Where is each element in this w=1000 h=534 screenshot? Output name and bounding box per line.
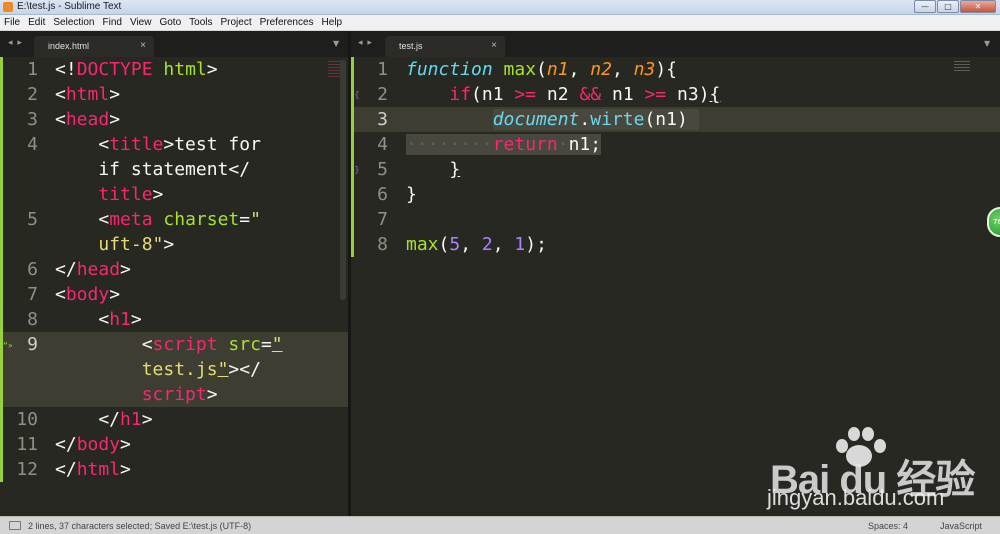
code-line: if(n1 >= n2 && n1 >= n3){	[449, 84, 721, 105]
title-bar: E:\test.js - Sublime Text — □ ✕	[0, 0, 1000, 15]
menu-project[interactable]: Project	[217, 17, 256, 28]
fold-open-icon[interactable]: ⦃	[354, 82, 360, 107]
menu-find[interactable]: Find	[99, 17, 126, 28]
minimap[interactable]	[954, 61, 970, 71]
menu-edit[interactable]: Edit	[24, 17, 49, 28]
code-line: }	[449, 159, 461, 180]
tab-dropdown-icon[interactable]: ▼	[333, 39, 339, 48]
code-line: </h1>	[55, 409, 153, 430]
code-line: <meta charset="	[55, 209, 261, 230]
code-line: document.wirte(n1)	[492, 109, 699, 130]
indentation-setting[interactable]: Spaces: 4	[868, 521, 908, 531]
tab-label: index.html	[48, 41, 90, 51]
menu-bar: File Edit Selection Find View Goto Tools…	[0, 15, 1000, 31]
minimize-button[interactable]: —	[914, 0, 936, 13]
line-number: 10	[16, 409, 38, 430]
code-line: script>	[141, 384, 218, 405]
line-number: 8	[27, 309, 38, 330]
tab-nav-arrows-icon[interactable]: ◂ ▸	[8, 38, 23, 48]
code-line: <body>	[55, 284, 121, 305]
line-number: 4	[27, 134, 38, 155]
watermark-url: jingyan.baidu.com	[767, 485, 945, 510]
code-line: </head>	[55, 259, 131, 280]
window-title: E:\test.js - Sublime Text	[17, 1, 122, 12]
menu-view[interactable]: View	[126, 17, 156, 28]
code-line: uft-8">	[98, 234, 175, 255]
tab-nav-arrows-icon[interactable]: ◂ ▸	[358, 38, 373, 48]
line-number: 7	[377, 209, 388, 230]
line-number: 12	[16, 459, 38, 480]
sublime-text-icon	[3, 2, 13, 12]
vertical-scrollbar[interactable]	[340, 60, 346, 300]
maximize-button[interactable]: □	[937, 0, 959, 13]
code-line: <title>test for	[55, 134, 261, 155]
status-message: 2 lines, 37 characters selected; Saved E…	[28, 521, 252, 531]
window-controls: — □ ✕	[914, 0, 996, 14]
line-number: 5	[377, 159, 388, 180]
code-view-index-html[interactable]: 1 <!DOCTYPE html> 2 <html> 3 <head> 4 <titl…	[0, 57, 348, 516]
menu-preferences[interactable]: Preferences	[256, 17, 318, 28]
tab-index-html[interactable]: index.html ×	[34, 36, 154, 57]
menu-help[interactable]: Help	[318, 17, 347, 28]
tab-label: test.js	[399, 41, 423, 51]
left-editor-pane[interactable]: 1 <!DOCTYPE html> 2 <html> 3 <head> 4 <titl…	[0, 57, 348, 516]
menu-tools[interactable]: Tools	[185, 17, 216, 28]
line-number: 3	[27, 109, 38, 130]
code-line: <!DOCTYPE html>	[55, 59, 218, 80]
menu-goto[interactable]: Goto	[155, 17, 185, 28]
panel-toggle-icon[interactable]	[9, 521, 21, 530]
syntax-selector[interactable]: JavaScript	[940, 521, 982, 531]
line-number: 1	[27, 59, 38, 80]
code-line: function max(n1, n2, n3){	[406, 59, 678, 80]
line-number: 9	[27, 334, 38, 355]
line-number: 1	[377, 59, 388, 80]
line-number: 4	[377, 134, 388, 155]
menu-selection[interactable]: Selection	[49, 17, 98, 28]
code-line: <head>	[55, 109, 121, 130]
line-number: 7	[27, 284, 38, 305]
status-bar: 2 lines, 37 characters selected; Saved E…	[0, 516, 1000, 534]
right-tab-strip: ◂ ▸ test.js × ▼	[351, 31, 1000, 57]
line-number: 11	[16, 434, 38, 455]
code-line: }	[406, 184, 417, 205]
tab-close-icon[interactable]: ×	[140, 40, 146, 51]
code-line: <script src="	[55, 334, 283, 355]
code-line: title>	[98, 184, 164, 205]
line-number: 6	[377, 184, 388, 205]
menu-file[interactable]: File	[0, 17, 24, 28]
line-number: 8	[377, 234, 388, 255]
code-line: <html>	[55, 84, 121, 105]
tab-test-js[interactable]: test.js ×	[385, 36, 505, 57]
fold-close-icon[interactable]: ⦄	[354, 157, 360, 182]
line-number: 2	[27, 84, 38, 105]
code-line: if statement</	[55, 159, 251, 180]
code-line: max(5, 2, 1);	[406, 234, 547, 255]
left-tab-strip: ◂ ▸ index.html × ▼	[0, 31, 348, 57]
code-line: </html>	[55, 459, 131, 480]
close-window-button[interactable]: ✕	[960, 0, 996, 13]
line-number: 5	[27, 209, 38, 230]
line-number: 6	[27, 259, 38, 280]
tab-dropdown-icon[interactable]: ▼	[984, 39, 990, 48]
line-number: 2	[377, 84, 388, 105]
tab-close-icon[interactable]: ×	[491, 40, 497, 51]
line-number: 3	[377, 109, 388, 130]
baidu-jingyan-watermark: Bai du 经验 jingyan.baidu.com	[767, 425, 995, 520]
code-line: <h1>	[55, 309, 142, 330]
bookmark-icon: “»	[3, 341, 13, 350]
code-line: </body>	[55, 434, 131, 455]
code-line: ········return·n1;	[406, 134, 602, 155]
code-line: test.js"></	[141, 359, 261, 380]
